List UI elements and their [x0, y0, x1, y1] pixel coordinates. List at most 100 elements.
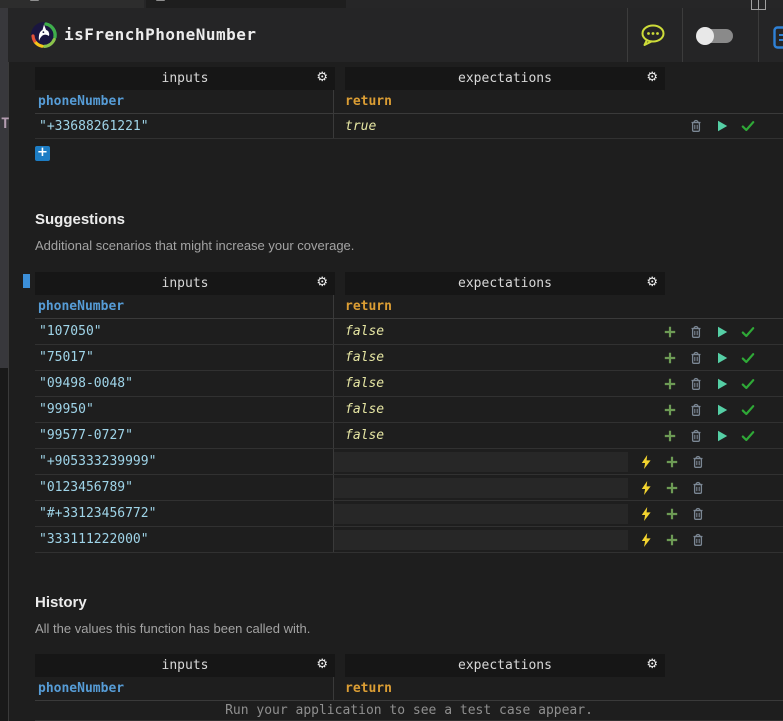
gear-icon[interactable]: ⚙ [646, 70, 658, 85]
input-value[interactable]: "107050" [35, 324, 333, 339]
delete-icon[interactable] [688, 118, 704, 134]
expected-value-empty-field[interactable] [334, 530, 628, 550]
expected-value-empty-field[interactable] [334, 478, 628, 498]
accept-icon[interactable] [740, 324, 756, 340]
run-icon[interactable] [714, 350, 730, 366]
editor-tab-bar: fullName isFrenchPhoneNumber × [0, 0, 783, 8]
delete-icon[interactable] [690, 506, 706, 522]
accept-icon[interactable] [740, 376, 756, 392]
test-row: "+33688261221" true [35, 114, 783, 139]
input-value[interactable]: "75017" [35, 350, 333, 365]
split-editor-icon[interactable] [751, 0, 766, 15]
add-icon[interactable] [664, 506, 680, 522]
input-value[interactable]: "+33688261221" [35, 119, 333, 134]
add-icon[interactable] [662, 376, 678, 392]
expected-value[interactable] [333, 501, 345, 526]
quick-fix-bolt-icon[interactable] [638, 480, 654, 496]
tab-isfrenchphonenumber[interactable]: isFrenchPhoneNumber × [146, 0, 346, 8]
accept-icon[interactable] [740, 402, 756, 418]
input-value[interactable]: "99577-0727" [35, 428, 333, 443]
expected-value[interactable] [333, 449, 345, 474]
mode-toggle[interactable] [698, 29, 733, 43]
quick-fix-bolt-icon[interactable] [638, 454, 654, 470]
accept-icon[interactable] [740, 428, 756, 444]
toggle-knob[interactable] [696, 27, 714, 45]
input-value[interactable]: "09498-0048" [35, 376, 333, 391]
add-icon[interactable] [662, 324, 678, 340]
inputs-header-cell: inputs ⚙ [35, 272, 335, 295]
run-icon[interactable] [714, 428, 730, 444]
expected-value[interactable]: false [333, 423, 384, 448]
quick-fix-bolt-icon[interactable] [638, 532, 654, 548]
delete-icon[interactable] [688, 402, 704, 418]
suggestion-row: "99577-0727" false [35, 423, 783, 449]
input-value[interactable]: "0123456789" [35, 480, 333, 495]
expected-value[interactable]: true [333, 114, 376, 138]
delete-icon[interactable] [688, 428, 704, 444]
add-icon[interactable] [664, 480, 680, 496]
add-icon[interactable] [662, 428, 678, 444]
suggestion-row: "75017" false [35, 345, 783, 371]
expected-value[interactable] [333, 527, 345, 552]
panel-body: inputs ⚙ expectations ⚙ phoneNumber retu… [9, 62, 783, 721]
run-icon[interactable] [714, 324, 730, 340]
expected-value-empty-field[interactable] [334, 452, 628, 472]
delete-icon[interactable] [690, 532, 706, 548]
delete-icon[interactable] [688, 350, 704, 366]
expected-value[interactable] [333, 475, 345, 500]
history-heading: History [35, 594, 87, 611]
inputs-header-label: inputs [162, 658, 209, 673]
add-icon[interactable] [662, 350, 678, 366]
page-title: isFrenchPhoneNumber [64, 25, 257, 44]
add-icon[interactable] [664, 532, 680, 548]
panel-divider [8, 62, 9, 721]
expected-value[interactable]: false [333, 345, 384, 370]
editor-cursor-artifact [23, 274, 30, 288]
add-test-case-button[interactable]: + [35, 146, 50, 161]
expected-value-empty-field[interactable] [334, 504, 628, 524]
run-icon[interactable] [714, 402, 730, 418]
tab-label: fullName [46, 0, 93, 3]
input-value[interactable]: "+905333239999" [35, 454, 333, 469]
suggestion-row: "#+33123456772" [35, 501, 783, 527]
delete-icon[interactable] [690, 454, 706, 470]
accept-icon[interactable] [740, 118, 756, 134]
suggestion-row: "107050" false [35, 319, 783, 345]
run-icon[interactable] [714, 376, 730, 392]
delete-icon[interactable] [688, 376, 704, 392]
ponicode-panel: fullName isFrenchPhoneNumber × T [0, 0, 783, 721]
quick-fix-bolt-icon[interactable] [638, 506, 654, 522]
suggestion-row: "09498-0048" false [35, 371, 783, 397]
input-value[interactable]: "#+33123456772" [35, 506, 333, 521]
gear-icon[interactable]: ⚙ [646, 275, 658, 290]
delete-icon[interactable] [688, 324, 704, 340]
close-icon[interactable]: × [328, 0, 336, 4]
delete-icon[interactable] [690, 480, 706, 496]
history-table: inputs ⚙ expectations ⚙ phoneNumber retu… [35, 654, 783, 721]
feedback-chat-icon[interactable] [639, 23, 667, 53]
suggestion-row: "333111222000" [35, 527, 783, 553]
add-icon[interactable] [662, 402, 678, 418]
input-value[interactable]: "333111222000" [35, 532, 333, 547]
suggestion-row: "99950" false [35, 397, 783, 423]
settings-list-icon[interactable] [773, 26, 783, 55]
add-icon[interactable] [664, 454, 680, 470]
tab-fullname[interactable]: fullName [20, 0, 144, 8]
app-header: isFrenchPhoneNumber [8, 8, 783, 62]
expectations-header-label: expectations [458, 71, 552, 86]
run-icon[interactable] [714, 118, 730, 134]
ponicode-logo-icon [30, 21, 58, 54]
inputs-header-cell: inputs ⚙ [35, 654, 335, 677]
expected-value[interactable]: false [333, 371, 384, 396]
editor-edge-strip-dark [0, 368, 8, 721]
inputs-header-cell: inputs ⚙ [35, 67, 335, 90]
expected-value[interactable]: false [333, 397, 384, 422]
gear-icon[interactable]: ⚙ [316, 275, 328, 290]
gear-icon[interactable]: ⚙ [316, 70, 328, 85]
accept-icon[interactable] [740, 350, 756, 366]
gear-icon[interactable]: ⚙ [646, 657, 658, 672]
expected-value[interactable]: false [333, 319, 384, 344]
input-value[interactable]: "99950" [35, 402, 333, 417]
gear-icon[interactable]: ⚙ [316, 657, 328, 672]
suggestions-heading: Suggestions [35, 211, 125, 228]
